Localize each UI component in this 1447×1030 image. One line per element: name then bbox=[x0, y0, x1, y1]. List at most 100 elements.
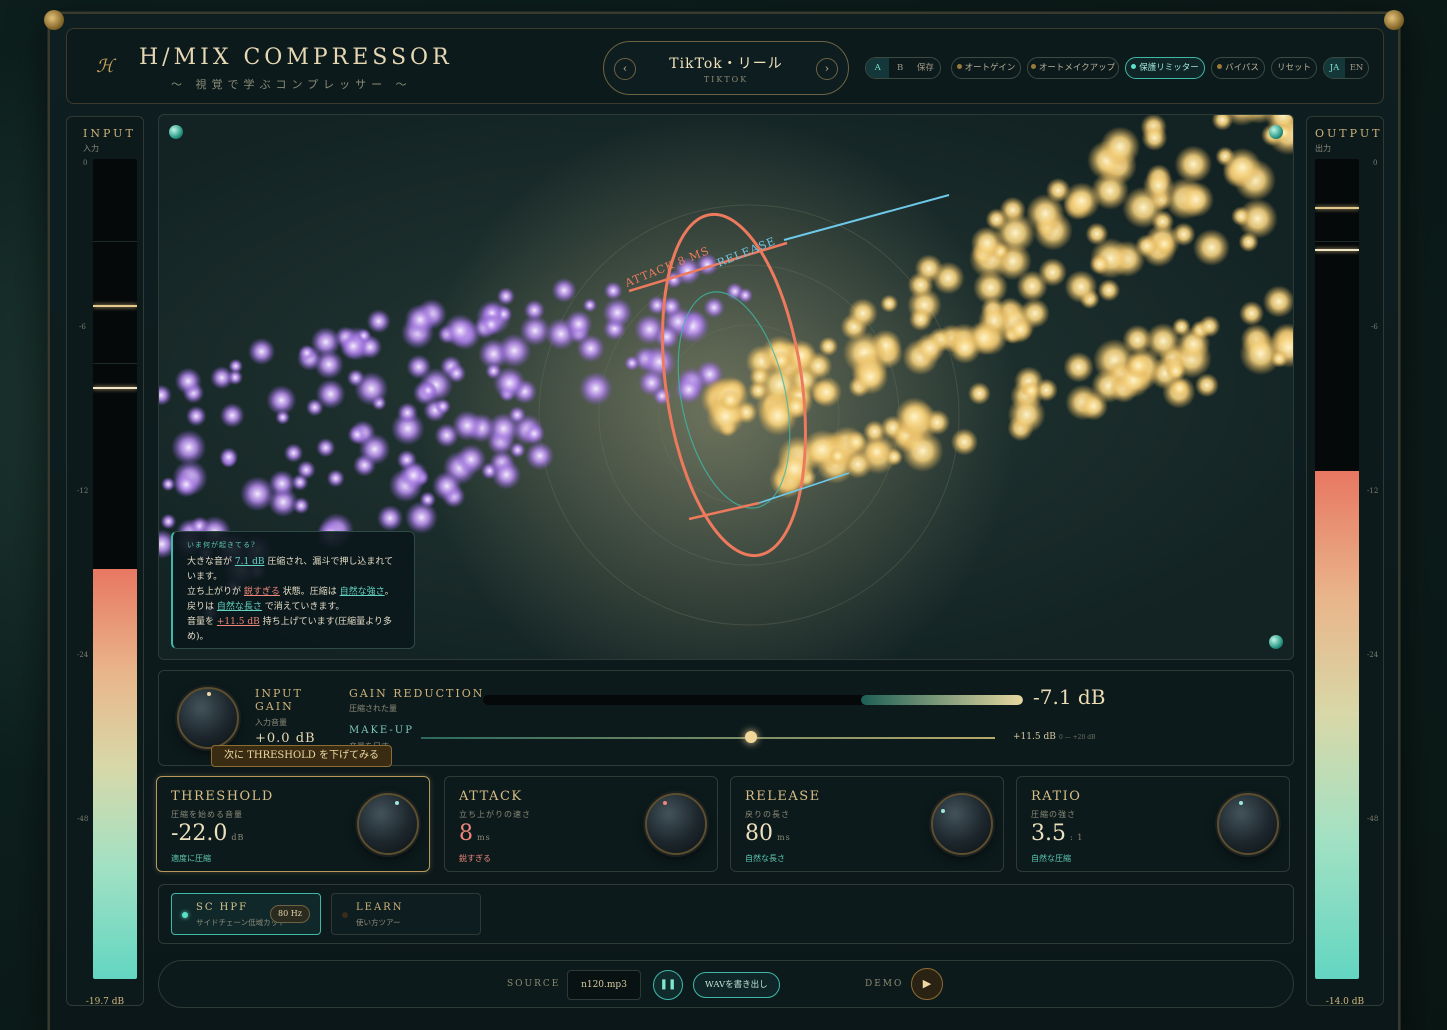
input-meter-bar bbox=[93, 159, 137, 979]
gr-amount-link[interactable]: 7.1 dB bbox=[235, 557, 265, 567]
attack-card[interactable]: ATTACK 立ち上がりの速さ 8 ms 鋭すぎる bbox=[444, 776, 718, 872]
input-particle bbox=[291, 473, 309, 491]
input-gain-sublabel: 入力音量 bbox=[255, 718, 287, 727]
input-particle bbox=[185, 405, 207, 427]
input-particle bbox=[210, 366, 234, 390]
meter-tick: -12 bbox=[77, 487, 89, 495]
release-status-link[interactable]: 自然な長さ bbox=[217, 602, 262, 612]
output-particle bbox=[1063, 351, 1094, 383]
threshold-knob[interactable] bbox=[357, 793, 419, 855]
lang-ja-button[interactable]: JA bbox=[1324, 58, 1346, 78]
header-bar: ℋ H/MIX COMPRESSOR 〜 視覚で学ぶコンプレッサー 〜 ‹ Ti… bbox=[66, 28, 1384, 104]
output-meter-title: OUTPUT bbox=[1315, 127, 1383, 140]
output-particle bbox=[1222, 147, 1262, 187]
sc-hpf-toggle[interactable]: SC HPF サイドチェーン低域カット 80 Hz bbox=[171, 893, 321, 935]
gain-panel: INPUT GAIN 入力音量 +0.0 dB GAIN REDUCTION 圧… bbox=[158, 670, 1294, 767]
ratio-card[interactable]: RATIO 圧縮の強さ 3.5: 1 自然な圧縮 bbox=[1016, 776, 1290, 872]
output-particle bbox=[1141, 124, 1168, 151]
sc-hpf-frequency[interactable]: 80 Hz bbox=[270, 905, 310, 923]
lang-en-button[interactable]: EN bbox=[1345, 58, 1368, 78]
input-gain-label: INPUT GAIN bbox=[255, 687, 303, 713]
makeup-amount-link[interactable]: +11.5 dB bbox=[217, 617, 260, 627]
slot-b-button[interactable]: B bbox=[889, 58, 910, 78]
input-particle bbox=[480, 313, 503, 336]
input-particle bbox=[266, 385, 297, 416]
output-particle bbox=[810, 376, 843, 408]
input-particle bbox=[159, 384, 172, 406]
meter-tick: -6 bbox=[79, 323, 86, 331]
input-gain-knob[interactable] bbox=[177, 687, 239, 749]
output-particle bbox=[1097, 278, 1121, 302]
meter-tick: -24 bbox=[1367, 651, 1379, 659]
reset-button[interactable]: リセット bbox=[1271, 57, 1317, 79]
play-icon[interactable]: ▶ bbox=[911, 968, 943, 1000]
input-particle bbox=[551, 277, 577, 303]
meter-tick: -12 bbox=[1367, 487, 1379, 495]
output-particle bbox=[1238, 231, 1259, 253]
status-dot-icon bbox=[1131, 64, 1137, 69]
output-particle bbox=[1099, 126, 1141, 167]
input-particle bbox=[404, 304, 436, 336]
output-particle bbox=[1124, 352, 1152, 379]
input-peak-marker bbox=[93, 305, 137, 307]
preset-next-icon[interactable]: › bbox=[816, 58, 838, 80]
input-particle bbox=[523, 422, 546, 445]
input-particle bbox=[315, 379, 346, 409]
output-particle bbox=[1193, 229, 1230, 266]
learn-sublabel: 使い方ツアー bbox=[356, 918, 401, 927]
ratio-value: 3.5: 1 bbox=[1031, 821, 1084, 846]
output-particle bbox=[950, 428, 979, 456]
preset-selector[interactable]: ‹ TikTok・リール TIKTOK › bbox=[603, 41, 849, 95]
pause-icon[interactable]: ❚❚ bbox=[653, 970, 683, 1000]
input-particle bbox=[219, 447, 239, 467]
output-particle bbox=[1142, 169, 1175, 202]
status-dot-icon bbox=[182, 912, 188, 918]
input-particle bbox=[346, 368, 365, 387]
attack-status-link[interactable]: 鋭すぎる bbox=[244, 587, 280, 597]
auto-makeup-button[interactable]: オートメイクアップ bbox=[1027, 57, 1119, 79]
gain-reduction-meter bbox=[483, 695, 1023, 705]
learn-toggle[interactable]: LEARN 使い方ツアー bbox=[331, 893, 481, 935]
input-particle bbox=[431, 471, 462, 501]
gain-reduction-fill bbox=[861, 695, 1023, 705]
makeup-slider-thumb[interactable] bbox=[745, 731, 758, 743]
gem-ornament-icon bbox=[1269, 635, 1283, 649]
release-card[interactable]: RELEASE 戻りの長さ 80 ms 自然な長さ bbox=[730, 776, 1004, 872]
output-particle bbox=[786, 339, 818, 371]
output-meter-value: -14.0 dB bbox=[1325, 997, 1365, 1007]
save-button[interactable]: 保存 bbox=[911, 58, 940, 78]
status-dot-icon bbox=[956, 64, 962, 69]
learn-label: LEARN bbox=[356, 902, 404, 913]
auto-gain-button[interactable]: オートゲイン bbox=[951, 57, 1021, 79]
sidechain-panel: SC HPF サイドチェーン低域カット 80 Hz LEARN 使い方ツアー bbox=[158, 884, 1294, 944]
preset-name: TikTok・リール bbox=[669, 56, 783, 72]
bypass-button[interactable]: バイパス bbox=[1211, 57, 1265, 79]
input-particle bbox=[247, 337, 276, 366]
attack-knob[interactable] bbox=[645, 793, 707, 855]
source-file-selector[interactable]: n120.mp3 bbox=[567, 970, 641, 1000]
attack-value: 8 ms bbox=[459, 821, 491, 846]
output-meter: OUTPUT 出力 0 -6 -12 -24 -48 -14.0 dB bbox=[1306, 116, 1384, 1007]
protect-limiter-button[interactable]: 保護リミッター bbox=[1125, 57, 1205, 79]
input-particle bbox=[508, 406, 527, 424]
threshold-title: THRESHOLD bbox=[171, 789, 274, 804]
meter-tick: 0 bbox=[83, 159, 88, 167]
output-particle bbox=[994, 212, 1036, 254]
meter-tick: -6 bbox=[1371, 323, 1378, 331]
export-wav-button[interactable]: WAVを書き出し bbox=[693, 972, 780, 998]
slot-a-button[interactable]: A bbox=[866, 58, 890, 78]
input-particle bbox=[455, 444, 487, 475]
input-particle bbox=[434, 398, 451, 415]
ratio-knob[interactable] bbox=[1217, 793, 1279, 855]
output-particle bbox=[1089, 253, 1111, 275]
output-particle bbox=[852, 358, 889, 395]
output-particle bbox=[828, 446, 848, 466]
ratio-status-link[interactable]: 自然な強さ bbox=[340, 587, 385, 597]
release-knob[interactable] bbox=[931, 793, 993, 855]
input-particle bbox=[326, 469, 345, 488]
hint-tooltip[interactable]: 次に THRESHOLD を下げてみる bbox=[211, 745, 393, 767]
explanation-text: 大きな音が 7.1 dB 圧縮され、漏斗で押し込まれています。 立ち上がりが 鋭… bbox=[187, 557, 394, 642]
input-particle bbox=[397, 402, 418, 424]
makeup-slider[interactable] bbox=[421, 737, 995, 739]
threshold-card[interactable]: THRESHOLD 圧縮を始める音量 -22.0 dB 適度に圧縮 bbox=[156, 776, 430, 872]
